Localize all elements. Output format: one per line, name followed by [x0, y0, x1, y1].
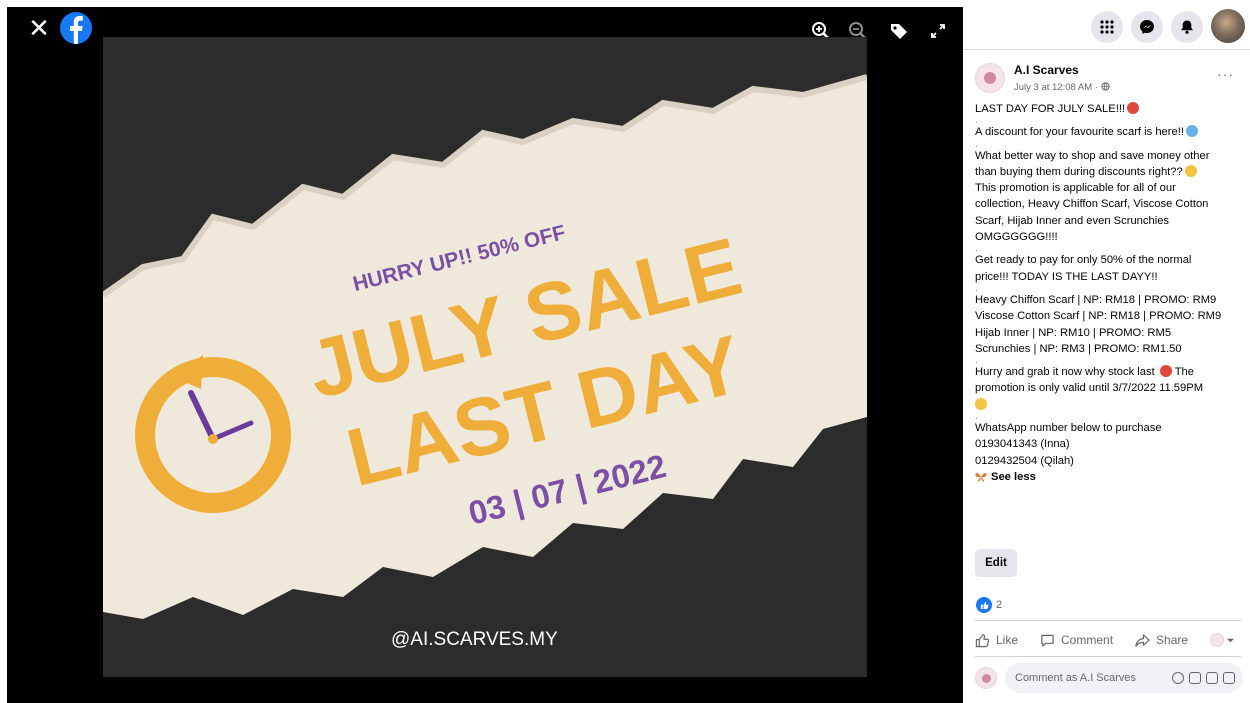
- post-line: Heavy Chiffon Scarf | NP: RM18 | PROMO: …: [975, 293, 1217, 306]
- post-line: Hijab Inner | NP: RM10 | PROMO: RM5: [975, 326, 1172, 339]
- globe-icon: [1100, 82, 1110, 91]
- post-line: Scarf, Hijab Inner and even Scrunchies: [975, 214, 1170, 227]
- scream-emoji-icon: [1185, 125, 1198, 138]
- reaction-summary[interactable]: 2: [976, 597, 1002, 613]
- post-actions: Like Comment Share: [975, 628, 1245, 652]
- post-author-avatar[interactable]: [975, 63, 1005, 93]
- fullscreen-button[interactable]: [925, 18, 951, 44]
- reaction-count: 2: [996, 599, 1003, 611]
- page-avatar-small: [1210, 633, 1225, 647]
- post-body: LAST DAY FOR JULY SALE!!! . A discount f…: [975, 101, 1243, 485]
- comment-composer: Comment as A.I Scarves: [975, 662, 1243, 694]
- share-icon: [1135, 633, 1150, 647]
- see-less-link[interactable]: See less: [975, 469, 1243, 485]
- post-dot: .: [975, 411, 978, 423]
- tag-icon: [891, 24, 907, 39]
- tag-button[interactable]: [886, 18, 912, 44]
- sale-poster-image: HURRY UP!! 50% OFF JULY SALE LAST DAY 03…: [103, 37, 867, 677]
- post-dot: .: [975, 115, 978, 127]
- post-line: Scrunchies | NP: RM3 | PROMO: RM1.50: [975, 342, 1182, 355]
- post-line: 0129432504 (Qilah): [975, 454, 1074, 467]
- react-as-selector[interactable]: [1210, 633, 1235, 647]
- divider: [975, 620, 1241, 621]
- post-line: price!!! TODAY IS THE LAST DAYY!!: [975, 270, 1158, 283]
- thumbs-up-emoji-icon: [975, 397, 987, 410]
- post-line: LAST DAY FOR JULY SALE!!!: [975, 101, 1243, 117]
- post-timestamp[interactable]: July 3 at 12:08 AM ·: [1014, 82, 1110, 93]
- fullscreen-icon: [931, 24, 945, 38]
- more-options-button[interactable]: ···: [1217, 66, 1234, 82]
- commenter-avatar: [975, 667, 997, 689]
- menu-grid-icon: [1100, 20, 1114, 34]
- butterfly-icon: [975, 473, 987, 482]
- post-author-name[interactable]: A.I Scarves: [1014, 63, 1079, 77]
- post-line: than buying them during discounts right?…: [975, 164, 1243, 180]
- divider: [975, 656, 1241, 657]
- camera-icon[interactable]: [1189, 672, 1201, 684]
- close-button[interactable]: ✕: [28, 14, 50, 42]
- post-line: This promotion is applicable for all of …: [975, 182, 1176, 195]
- post-photo[interactable]: HURRY UP!! 50% OFF JULY SALE LAST DAY 03…: [103, 37, 867, 677]
- emoji-icon[interactable]: [1172, 672, 1184, 684]
- thumbs-up-icon: [975, 633, 990, 647]
- post-time-text: July 3 at 12:08 AM ·: [1014, 82, 1098, 93]
- sticker-icon[interactable]: [1223, 672, 1235, 684]
- chevron-down-icon: [1227, 638, 1235, 642]
- post-sidebar: A.I Scarves July 3 at 12:08 AM · ··· LAS…: [963, 0, 1250, 703]
- top-navigation: [963, 0, 1250, 50]
- comment-placeholder: Comment as A.I Scarves: [1015, 672, 1137, 684]
- post-line: A discount for your favourite scarf is h…: [975, 124, 1243, 140]
- grin-emoji-icon: [1184, 164, 1197, 177]
- post-dot: .: [975, 138, 978, 150]
- menu-button[interactable]: [1091, 11, 1123, 43]
- like-button[interactable]: Like: [975, 633, 1018, 648]
- post-line: Viscose Cotton Scarf | NP: RM18 | PROMO:…: [975, 310, 1222, 323]
- edit-button[interactable]: Edit: [975, 549, 1017, 577]
- post-line: [975, 397, 1243, 413]
- post-dot: .: [975, 282, 978, 294]
- messenger-button[interactable]: [1131, 11, 1163, 43]
- photo-viewer: ✕ HURRY UP!! 50% OFF JULY SALE LAST DAY …: [0, 0, 963, 703]
- heart-eyes-emoji-icon: [1127, 102, 1140, 114]
- like-reaction-icon: [976, 597, 992, 613]
- profile-avatar[interactable]: [1211, 9, 1245, 43]
- post-line: Hurry and grab it now why stock last The: [975, 365, 1194, 379]
- facebook-logo[interactable]: [60, 12, 92, 44]
- notifications-button[interactable]: [1171, 11, 1203, 43]
- post-line: WhatsApp number below to purchase: [975, 422, 1162, 435]
- post-dot: .: [975, 243, 978, 255]
- notifications-icon: [1181, 20, 1193, 34]
- post-line: Get ready to pay for only 50% of the nor…: [975, 254, 1192, 267]
- share-button[interactable]: Share: [1135, 633, 1188, 648]
- post-line: collection, Heavy Chiffon Scarf, Viscose…: [975, 198, 1209, 211]
- poster-handle: @AI.SCARVES.MY: [391, 629, 558, 650]
- heart-eyes-emoji-icon: [1159, 365, 1172, 378]
- post-dot: .: [975, 355, 978, 367]
- post-line: What better way to shop and save money o…: [975, 149, 1210, 162]
- post-line: OMGGGGGG!!!!: [975, 231, 1058, 244]
- messenger-icon: [1140, 20, 1154, 34]
- post-line: 0193041343 (Inna): [975, 438, 1070, 451]
- comment-button[interactable]: Comment: [1040, 633, 1113, 648]
- gif-icon[interactable]: [1206, 672, 1218, 684]
- comment-input[interactable]: Comment as A.I Scarves: [1005, 663, 1243, 693]
- post-line: promotion is only valid until 3/7/2022 1…: [975, 382, 1204, 395]
- facebook-f-icon: [70, 16, 83, 44]
- comment-icon: [1041, 634, 1054, 647]
